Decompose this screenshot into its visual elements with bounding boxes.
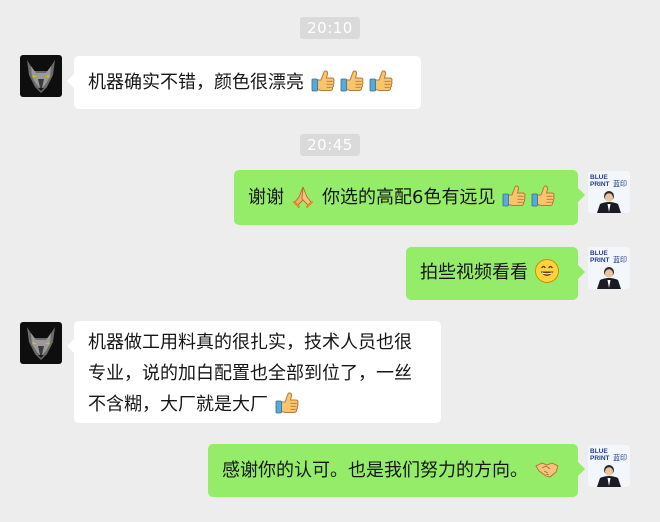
message-bubble[interactable]: 感谢你的认可。也是我们努力的方向。 [208,444,585,497]
handshake-icon [534,456,560,482]
message-text: 谢谢 [248,187,284,208]
timestamp-label: 20:45 [300,134,360,156]
message-bubble[interactable]: 谢谢 你选的高配6色有远见 [234,170,585,225]
message-text: 机器做工用料真的很扎实，技术人员也很专业，说的加白配置也全部到位了，一丝不含糊，… [88,332,412,415]
thumbs-up-icon [501,183,527,209]
thumbs-up-icon [368,68,394,94]
svg-text:BLUE: BLUE [590,448,608,455]
customer-avatar[interactable] [20,55,62,97]
wolf-icon [20,55,62,97]
svg-text:蓝印: 蓝印 [613,179,627,188]
svg-text:BLUE: BLUE [590,174,608,181]
thumbs-up-icon [274,390,300,416]
folded-hands-icon [290,183,316,209]
company-avatar[interactable]: BLUE PRINT 蓝印 [588,171,630,213]
company-avatar[interactable]: BLUE PRINT 蓝印 [588,445,630,487]
svg-text:BLUE: BLUE [590,250,608,257]
message-bubble[interactable]: 拍些视频看看 [406,247,585,300]
blue-print-logo: BLUE PRINT 蓝印 [588,171,630,213]
svg-text:PRINT: PRINT [590,257,610,264]
message-bubble[interactable]: 机器确实不错，颜色很漂亮 [67,56,421,109]
message-text: 你选的高配6色有远见 [322,187,496,208]
message-text: 机器确实不错，颜色很漂亮 [88,72,304,93]
svg-text:蓝印: 蓝印 [613,255,627,264]
message-text: 感谢你的认可。也是我们努力的方向。 [222,460,528,481]
timestamp-label: 20:10 [300,17,360,39]
message-text: 拍些视频看看 [420,262,528,283]
blue-print-logo: BLUE PRINT 蓝印 [588,445,630,487]
svg-text:PRINT: PRINT [590,181,610,188]
message-bubble[interactable]: 机器做工用料真的很扎实，技术人员也很专业，说的加白配置也全部到位了，一丝不含糊，… [67,321,441,423]
timestamp: 20:10 [0,17,660,39]
svg-text:PRINT: PRINT [590,455,610,462]
thumbs-up-icon [530,183,556,209]
svg-text:蓝印: 蓝印 [613,453,627,462]
timestamp: 20:45 [0,134,660,156]
customer-avatar[interactable] [20,322,62,364]
company-avatar[interactable]: BLUE PRINT 蓝印 [588,247,630,289]
wolf-icon [20,322,62,364]
grinning-face-icon [534,258,560,284]
chat-window: 20:10 机器确实不错，颜色很漂亮 20:45 谢谢 你选的高配6色有远见 BL… [0,0,660,522]
thumbs-up-icon [339,68,365,94]
thumbs-up-icon [310,68,336,94]
blue-print-logo: BLUE PRINT 蓝印 [588,247,630,289]
